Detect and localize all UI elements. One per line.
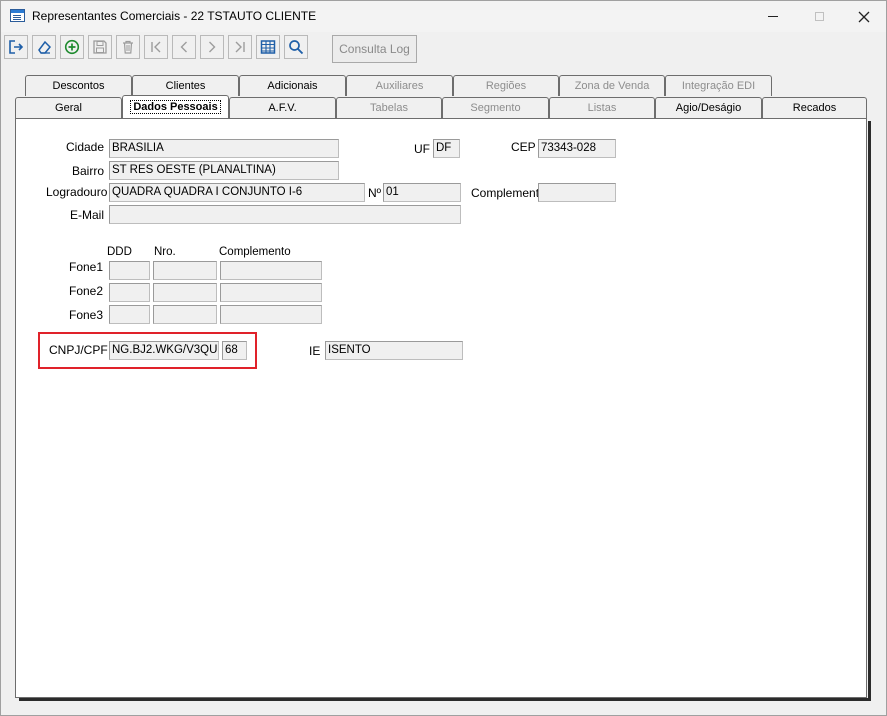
numero-field[interactable]: 01 xyxy=(383,183,461,202)
cidade-label: Cidade xyxy=(66,140,105,154)
cnpj-highlight-box xyxy=(38,332,257,369)
fone1-nro-field[interactable] xyxy=(153,261,217,280)
numero-label: Nº xyxy=(368,186,382,200)
fone3-label: Fone3 xyxy=(69,308,104,322)
logradouro-label: Logradouro xyxy=(46,185,108,199)
main-window: Representantes Comerciais - 22 TSTAUTO C… xyxy=(0,0,887,716)
fone3-ddd-field[interactable] xyxy=(109,305,150,324)
cidade-field[interactable]: BRASILIA xyxy=(109,139,339,158)
fone2-complemento-field[interactable] xyxy=(220,283,322,302)
fone3-complemento-field[interactable] xyxy=(220,305,322,324)
uf-field[interactable]: DF xyxy=(433,139,460,158)
uf-label: UF xyxy=(414,142,430,156)
nro-header: Nro. xyxy=(154,246,176,258)
bairro-label: Bairro xyxy=(72,164,105,178)
fone2-ddd-field[interactable] xyxy=(109,283,150,302)
fone1-complemento-field[interactable] xyxy=(220,261,322,280)
complemento-label: Complemento xyxy=(471,186,546,200)
ie-label: IE xyxy=(309,344,321,358)
phone-complemento-header: Complemento xyxy=(219,246,291,258)
fone2-label: Fone2 xyxy=(69,284,104,298)
cep-field[interactable]: 73343-028 xyxy=(538,139,616,158)
ie-field[interactable]: ISENTO xyxy=(325,341,463,360)
bairro-field[interactable]: ST RES OESTE (PLANALTINA) xyxy=(109,161,339,180)
complemento-field[interactable] xyxy=(538,183,616,202)
fone2-nro-field[interactable] xyxy=(153,283,217,302)
fone3-nro-field[interactable] xyxy=(153,305,217,324)
cep-label: CEP xyxy=(511,140,536,154)
ddd-header: DDD xyxy=(107,246,132,258)
email-field[interactable] xyxy=(109,205,461,224)
fone1-label: Fone1 xyxy=(69,260,104,274)
email-label: E-Mail xyxy=(70,208,105,222)
fone1-ddd-field[interactable] xyxy=(109,261,150,280)
logradouro-field[interactable]: QUADRA QUADRA I CONJUNTO I-6 xyxy=(109,183,365,202)
